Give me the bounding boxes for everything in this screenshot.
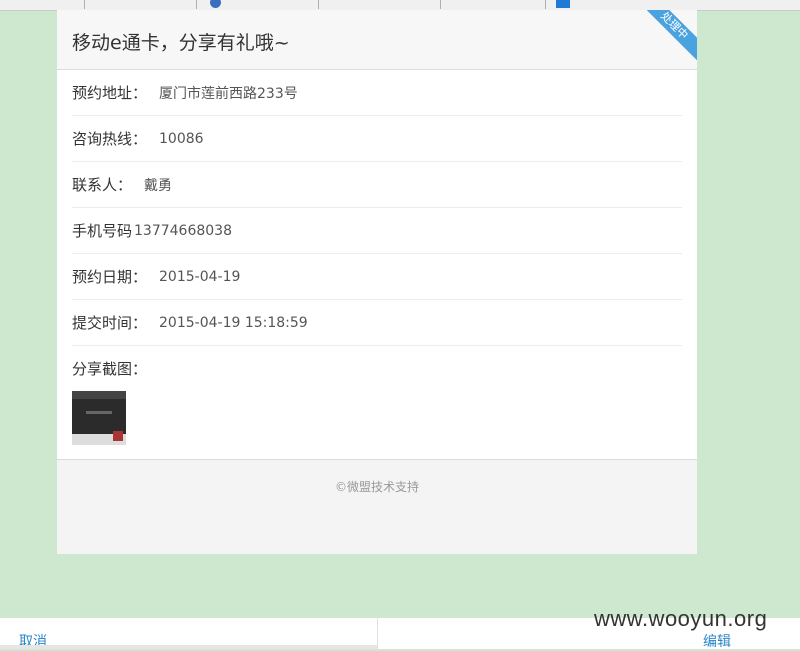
status-ribbon: 处理中: [647, 10, 697, 60]
date-label: 预约日期：: [72, 268, 148, 286]
bottom-divider: [377, 618, 378, 649]
browser-tab-icon[interactable]: [210, 0, 221, 8]
contact-label: 联系人：: [72, 176, 133, 194]
contact-row: 联系人： 戴勇: [72, 162, 682, 208]
address-value: 厦门市莲前西路233号: [159, 85, 298, 102]
hotline-row: 咨询热线： 10086: [72, 116, 682, 162]
submit-time-value: 2015-04-19 15:18:59: [159, 314, 308, 331]
submit-time-label: 提交时间：: [72, 314, 148, 332]
tab-separator: [196, 0, 197, 9]
address-row: 预约地址： 厦门市莲前西路233号: [72, 70, 682, 116]
hotline-label: 咨询热线：: [72, 130, 148, 148]
horizontal-scrollbar[interactable]: [0, 645, 377, 649]
status-badge: 处理中: [647, 10, 697, 60]
windows-icon[interactable]: [556, 0, 570, 8]
thumbnail-avatar: [113, 431, 123, 441]
submit-time-row: 提交时间： 2015-04-19 15:18:59: [72, 300, 682, 346]
tab-separator: [440, 0, 441, 9]
contact-value: 戴勇: [144, 177, 173, 194]
date-row: 预约日期： 2015-04-19: [72, 254, 682, 300]
watermark: www.wooyun.org: [594, 606, 768, 631]
phone-value[interactable]: 13774668038: [134, 223, 232, 239]
share-screenshot-block: 分享截图：: [72, 346, 682, 456]
tab-separator: [318, 0, 319, 9]
edit-button[interactable]: 编辑: [703, 631, 731, 651]
card-footer: ©微盟技术支持: [57, 459, 697, 554]
share-screenshot-thumbnail[interactable]: [72, 391, 126, 445]
address-label: 预约地址：: [72, 84, 148, 102]
tab-separator: [84, 0, 85, 9]
share-screenshot-label: 分享截图：: [72, 360, 148, 378]
date-value: 2015-04-19: [159, 268, 241, 285]
phone-label: 手机号码: [72, 222, 133, 240]
appointment-card: 移动e通卡，分享有礼哦~ 处理中 预约地址： 厦门市莲前西路233号 咨询热线：…: [57, 10, 697, 554]
hotline-value[interactable]: 10086: [159, 131, 204, 147]
info-list: 预约地址： 厦门市莲前西路233号 咨询热线： 10086 联系人： 戴勇 手机…: [72, 70, 682, 456]
card-header: 移动e通卡，分享有礼哦~ 处理中: [57, 10, 697, 70]
thumbnail-header: [72, 391, 126, 399]
footer-credit: ©微盟技术支持: [334, 480, 419, 494]
card-title: 移动e通卡，分享有礼哦~: [72, 32, 290, 54]
tab-separator: [545, 0, 546, 9]
thumbnail-content: [86, 411, 112, 414]
phone-row: 手机号码 13774668038: [72, 208, 682, 254]
